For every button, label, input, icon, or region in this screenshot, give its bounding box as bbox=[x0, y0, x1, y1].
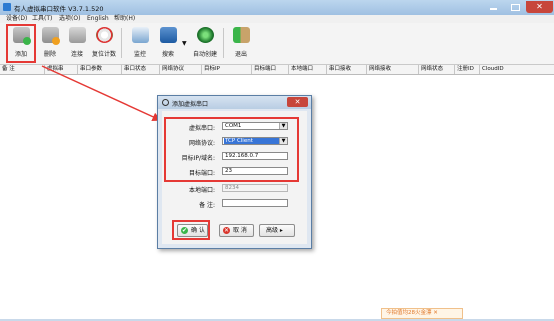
dialog-body: 虚拟串口: COM1 ▼ 网络协议: TCP Client ▼ 目标IP/域名:… bbox=[162, 111, 307, 244]
chevron-down-icon: ▼ bbox=[279, 138, 287, 144]
connect-icon bbox=[69, 27, 86, 43]
title-bar: 有人虚拟串口软件 V3.7.1.520 ✕ bbox=[0, 0, 554, 16]
close-window-button[interactable]: ✕ bbox=[526, 1, 553, 13]
column-network-rx[interactable]: 网络接收 bbox=[367, 65, 419, 74]
add-button-label: 添加 bbox=[14, 51, 27, 58]
magnifier-icon bbox=[162, 99, 169, 106]
auto-create-label: 自动创建 bbox=[192, 51, 217, 58]
column-virtual-port[interactable]: 虚拟串 bbox=[45, 65, 78, 74]
advanced-button[interactable]: 高级 ▸ bbox=[259, 224, 295, 237]
search-button[interactable]: 搜索 bbox=[156, 25, 180, 61]
search-dropdown-icon[interactable]: ▼ bbox=[182, 40, 187, 47]
column-port-status[interactable]: 串口状态 bbox=[122, 65, 160, 74]
column-target-ip[interactable]: 目标IP bbox=[202, 65, 252, 74]
window-title: 有人虚拟串口软件 V3.7.1.520 bbox=[14, 5, 104, 13]
menu-device[interactable]: 设备(D) bbox=[6, 15, 27, 23]
reset-counter-icon bbox=[96, 27, 113, 43]
local-port-input[interactable]: 8234 bbox=[222, 184, 288, 192]
search-button-label: 搜索 bbox=[161, 51, 174, 58]
exit-button-label: 退出 bbox=[234, 51, 247, 58]
plus-badge-icon bbox=[23, 37, 31, 45]
toolbar-separator bbox=[121, 28, 122, 58]
exit-button[interactable]: 退出 bbox=[229, 25, 253, 61]
port-table-header: 备 注 虚拟串 串口参数 串口状态 网络协议 目标IP 目标端口 本地端口 串口… bbox=[0, 65, 554, 75]
app-icon bbox=[3, 3, 11, 11]
maximize-button[interactable] bbox=[504, 1, 526, 13]
cancel-label: 取 消 bbox=[233, 227, 247, 234]
target-port-input[interactable]: 23 bbox=[222, 167, 288, 175]
menu-bar: 设备(D) 工具(T) 选项(O) English 帮助(H) bbox=[0, 15, 554, 23]
confirm-label: 确 认 bbox=[191, 227, 205, 234]
status-toast[interactable]: 今拍值均28火金漂 ✕ bbox=[381, 308, 463, 319]
menu-tools[interactable]: 工具(T) bbox=[32, 15, 52, 23]
protocol-label: 网络协议: bbox=[188, 140, 215, 147]
advanced-label: 高级 ▸ bbox=[266, 227, 283, 234]
auto-create-button[interactable]: 自动创建 bbox=[193, 25, 217, 61]
note-label: 备 注: bbox=[199, 202, 215, 209]
minus-badge-icon bbox=[52, 37, 60, 45]
column-note[interactable]: 备 注 bbox=[0, 65, 45, 74]
virtual-port-select[interactable]: COM1 ▼ bbox=[222, 122, 288, 130]
connect-button[interactable]: 连接 bbox=[65, 25, 89, 61]
column-port-params[interactable]: 串口参数 bbox=[78, 65, 122, 74]
monitor-icon bbox=[132, 27, 149, 43]
delete-button[interactable]: 删除 bbox=[38, 25, 62, 61]
add-virtual-port-dialog: 添加虚拟串口 ✕ 虚拟串口: COM1 ▼ 网络协议: TCP Client ▼… bbox=[157, 95, 312, 249]
column-cloud-id[interactable]: CloudID bbox=[480, 65, 554, 74]
chevron-down-icon: ▼ bbox=[279, 123, 287, 129]
search-device-icon bbox=[160, 27, 177, 43]
target-ip-input[interactable]: 192.168.0.7 bbox=[222, 152, 288, 160]
dialog-close-button[interactable]: ✕ bbox=[287, 97, 308, 107]
column-network-status[interactable]: 网络状态 bbox=[419, 65, 455, 74]
reset-counter-button[interactable]: 复位计数 bbox=[92, 25, 116, 61]
column-local-port[interactable]: 本地端口 bbox=[289, 65, 327, 74]
dialog-title: 添加虚拟串口 bbox=[172, 101, 209, 108]
minimize-button[interactable] bbox=[482, 1, 504, 13]
cancel-button[interactable]: ✕ 取 消 bbox=[219, 224, 254, 237]
menu-help[interactable]: 帮助(H) bbox=[114, 15, 135, 23]
reset-counter-label: 复位计数 bbox=[91, 51, 116, 58]
protocol-value: TCP Client bbox=[224, 138, 280, 144]
cancel-icon: ✕ bbox=[223, 227, 230, 234]
menu-english[interactable]: English bbox=[87, 15, 109, 23]
target-port-label: 目标端口: bbox=[188, 170, 215, 177]
note-input[interactable] bbox=[222, 199, 288, 207]
local-port-label: 本地端口: bbox=[188, 187, 215, 194]
menu-options[interactable]: 选项(O) bbox=[59, 15, 80, 23]
check-icon: ✔ bbox=[181, 227, 188, 234]
auto-create-icon bbox=[197, 27, 214, 43]
column-protocol[interactable]: 网络协议 bbox=[160, 65, 202, 74]
column-register-id[interactable]: 注册ID bbox=[455, 65, 480, 74]
column-serial-rx[interactable]: 串口接收 bbox=[327, 65, 367, 74]
dialog-title-bar: 添加虚拟串口 ✕ bbox=[158, 96, 311, 109]
virtual-port-value: COM1 bbox=[225, 123, 242, 129]
toolbar: 添加 删除 连接 复位计数 监控 搜索 ▼ 自动创建 退出 bbox=[0, 23, 554, 65]
protocol-select[interactable]: TCP Client ▼ bbox=[222, 137, 288, 145]
confirm-button[interactable]: ✔ 确 认 bbox=[177, 224, 208, 237]
target-ip-label: 目标IP/域名: bbox=[181, 155, 215, 162]
add-button[interactable]: 添加 bbox=[9, 25, 33, 61]
column-target-port[interactable]: 目标端口 bbox=[252, 65, 289, 74]
virtual-port-label: 虚拟串口: bbox=[188, 125, 215, 132]
toolbar-separator bbox=[223, 28, 224, 58]
exit-icon bbox=[233, 27, 250, 43]
monitor-button[interactable]: 监控 bbox=[128, 25, 152, 61]
